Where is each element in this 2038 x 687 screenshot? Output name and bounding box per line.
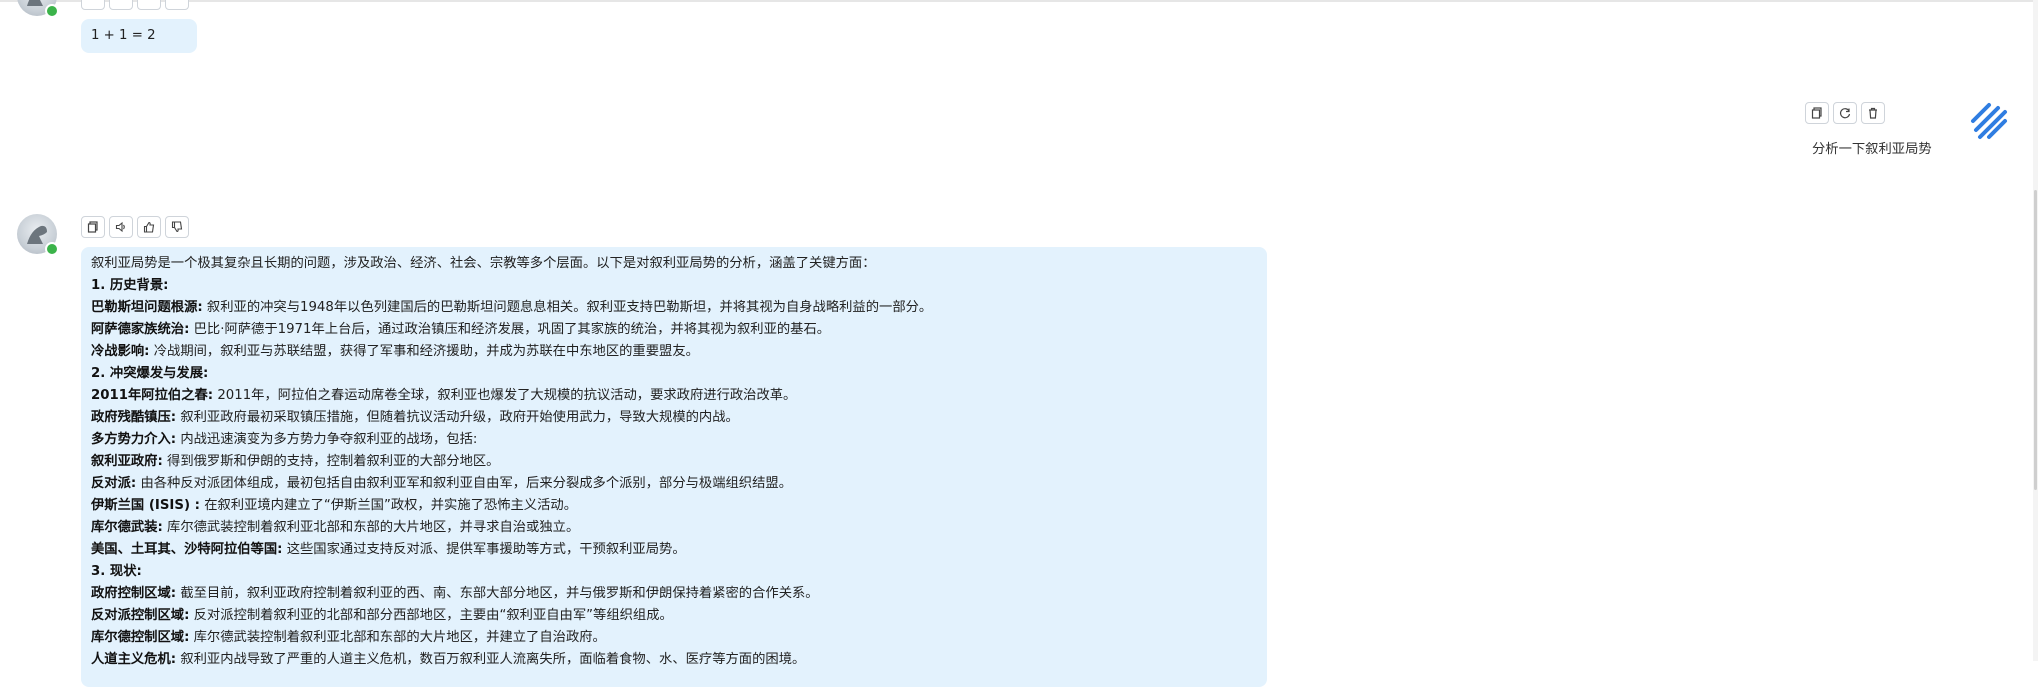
user-message-text: 分析一下叙利亚局势: [1812, 142, 1932, 157]
copy-button[interactable]: [81, 216, 105, 238]
assistant-message-toolbar: [81, 216, 189, 238]
speak-button[interactable]: [109, 0, 133, 10]
copy-icon: [1811, 107, 1822, 119]
user-message-toolbar: [1805, 102, 1885, 124]
top-divider: [0, 0, 2038, 2]
message-text: 1 + 1 = 2: [91, 28, 156, 43]
online-status-dot: [45, 242, 59, 256]
reply-heading: 1. 历史背景:: [91, 278, 169, 293]
reply-line: 反对派控制区域: 反对派控制着叙利亚的北部和部分西部地区，主要由“叙利亚自由军”…: [91, 608, 673, 623]
reply-line: 美国、土耳其、沙特阿拉伯等国: 这些国家通过支持反对派、提供军事援助等方式，干预…: [91, 542, 686, 557]
speaker-icon: [115, 221, 125, 233]
reply-line: 库尔德控制区域: 库尔德武装控制着叙利亚北部和东部的大片地区，并建立了自治政府。: [91, 630, 606, 645]
copy-button[interactable]: [81, 0, 105, 10]
reply-line: 政府控制区域: 截至目前，叙利亚政府控制着叙利亚的西、南、东部大部分地区，并与俄…: [91, 586, 819, 601]
thumbs-up-icon: [143, 221, 155, 233]
reply-line: 叙利亚政府: 得到俄罗斯和伊朗的支持，控制着叙利亚的大部分地区。: [91, 454, 500, 469]
online-status-dot: [45, 4, 59, 18]
copy-button[interactable]: [1805, 102, 1829, 124]
reply-line: 库尔德武装: 库尔德武装控制着叙利亚北部和东部的大片地区，并寻求自治或独立。: [91, 520, 580, 535]
reply-line: 多方势力介入: 内战迅速演变为多方势力争夺叙利亚的战场，包括:: [91, 432, 478, 447]
like-button[interactable]: [137, 216, 161, 238]
dislike-button[interactable]: [165, 0, 189, 10]
reply-line: 叙利亚局势是一个极其复杂且长期的问题，涉及政治、经济、社会、宗教等多个层面。以下…: [91, 256, 876, 271]
regenerate-button[interactable]: [1833, 102, 1857, 124]
reply-line: 人道主义危机: 叙利亚内战导致了严重的人道主义危机，数百万叙利亚人流离失所，面临…: [91, 652, 806, 667]
assistant-message-bubble: 1 + 1 = 2: [81, 19, 197, 53]
reply-heading: 3. 现状:: [91, 564, 142, 579]
assistant-avatar: [17, 214, 59, 256]
speak-button[interactable]: [109, 216, 133, 238]
dislike-button[interactable]: [165, 216, 189, 238]
top-message-toolbar: [81, 0, 189, 10]
reply-heading: 2. 冲突爆发与发展:: [91, 366, 209, 381]
reply-line: 2011年阿拉伯之春: 2011年，阿拉伯之春运动席卷全球，叙利亚也爆发了大规模…: [91, 388, 797, 403]
copy-icon: [87, 221, 98, 233]
thumbs-down-icon: [171, 221, 183, 233]
user-logo-icon: [1969, 101, 2009, 141]
refresh-icon: [1839, 108, 1851, 119]
delete-button[interactable]: [1861, 102, 1885, 124]
reply-line: 冷战影响: 冷战期间，叙利亚与苏联结盟，获得了军事和经济援助，并成为苏联在中东地…: [91, 344, 699, 359]
reply-line: 阿萨德家族统治: 巴比·阿萨德于1971年上台后，通过政治镇压和经济发展，巩固了…: [91, 322, 831, 337]
reply-line: 反对派: 由各种反对派团体组成，最初包括自由叙利亚军和叙利亚自由军，后来分裂成多…: [91, 476, 792, 491]
reply-line: 巴勒斯坦问题根源: 叙利亚的冲突与1948年以色列建国后的巴勒斯坦问题息息相关。…: [91, 300, 933, 315]
like-button[interactable]: [137, 0, 161, 10]
scrollbar-thumb[interactable]: [2034, 190, 2037, 490]
delete-icon: [1869, 107, 1877, 119]
reply-line: 伊斯兰国 (ISIS) : 在叙利亚境内建立了“伊斯兰国”政权，并实施了恐怖主义…: [91, 498, 577, 513]
reply-line: 政府残酷镇压: 叙利亚政府最初采取镇压措施，但随着抗议活动升级，政府开始使用武力…: [91, 410, 739, 425]
page-scrollbar[interactable]: [2033, 0, 2038, 661]
assistant-message-bubble: 叙利亚局势是一个极其复杂且长期的问题，涉及政治、经济、社会、宗教等多个层面。以下…: [81, 247, 1267, 687]
assistant-avatar: [17, 0, 59, 18]
